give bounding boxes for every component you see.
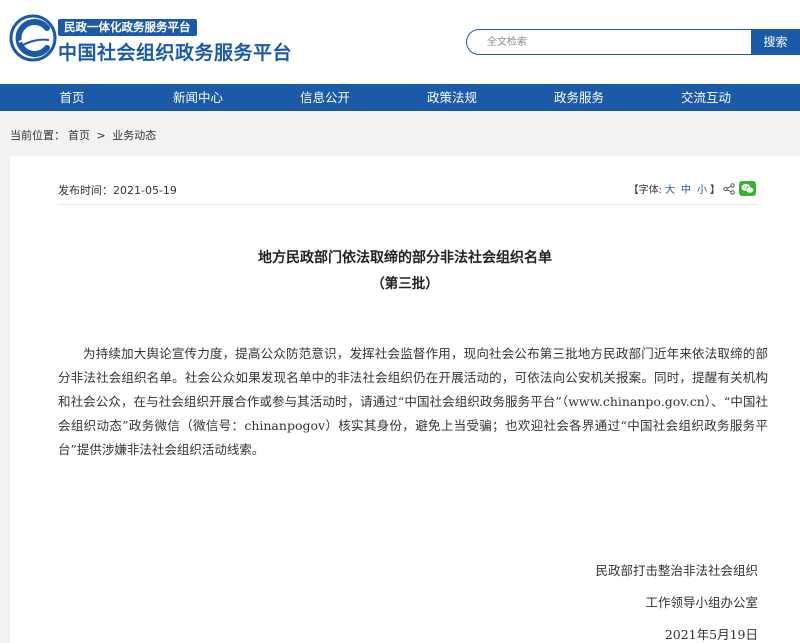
font-large-button[interactable]: 大 <box>665 181 675 196</box>
font-size-label-close: 】 <box>710 185 720 196</box>
share-icon[interactable] <box>723 182 735 195</box>
article-card: 发布时间：2021-05-19 【字体: 大 中 小 】 地方民政部门依法取缔的… <box>10 156 800 643</box>
breadcrumb-home-link[interactable]: 首页 <box>68 129 90 142</box>
search-bar: 搜索 <box>466 29 800 55</box>
signature-line-1: 民政部打击整治非法社会组织 <box>595 563 758 578</box>
logo-icon[interactable] <box>9 14 57 62</box>
search-button[interactable]: 搜索 <box>751 29 800 55</box>
nav-item-services[interactable]: 政务服务 <box>537 84 621 111</box>
publish-date: 发布时间：2021-05-19 <box>58 184 177 197</box>
nav-item-interaction[interactable]: 交流互动 <box>664 84 748 111</box>
article-tools: 【字体: 大 中 小 】 <box>629 181 756 196</box>
search-input[interactable] <box>466 29 751 55</box>
article-subtitle: （第三批） <box>371 276 439 292</box>
platform-badge: 民政一体化政务服务平台 <box>58 19 197 36</box>
breadcrumb-current[interactable]: 业务动态 <box>112 129 156 142</box>
site-header: 民政一体化政务服务平台 中国社会组织政务服务平台 搜索 <box>0 0 800 84</box>
main-nav: 首页 新闻中心 信息公开 政策法规 政务服务 交流互动 <box>0 84 800 111</box>
font-medium-button[interactable]: 中 <box>681 181 691 196</box>
nav-item-home[interactable]: 首页 <box>30 84 114 111</box>
breadcrumb-label: 当前位置： <box>10 129 65 142</box>
font-small-button[interactable]: 小 <box>697 181 707 196</box>
nav-item-policy[interactable]: 政策法规 <box>410 84 494 111</box>
signature-date: 2021年5月19日 <box>664 627 758 642</box>
nav-item-info[interactable]: 信息公开 <box>283 84 367 111</box>
article-body: 为持续加大舆论宣传力度，提高公众防范意识，发挥社会监督作用，现向社会公布第三批地… <box>58 346 768 457</box>
nav-item-news[interactable]: 新闻中心 <box>156 84 240 111</box>
font-size-label: 【字体: <box>628 185 662 196</box>
breadcrumb: 当前位置： 首页 > 业务动态 <box>10 127 159 143</box>
wechat-icon[interactable] <box>739 181 756 196</box>
header-divider <box>58 204 758 205</box>
site-title[interactable]: 中国社会组织政务服务平台 <box>58 38 292 65</box>
breadcrumb-separator: > <box>96 129 106 142</box>
article-title: 地方民政部门依法取缔的部分非法社会组织名单 <box>258 250 552 266</box>
signature-line-2: 工作领导小组办公室 <box>645 595 758 610</box>
